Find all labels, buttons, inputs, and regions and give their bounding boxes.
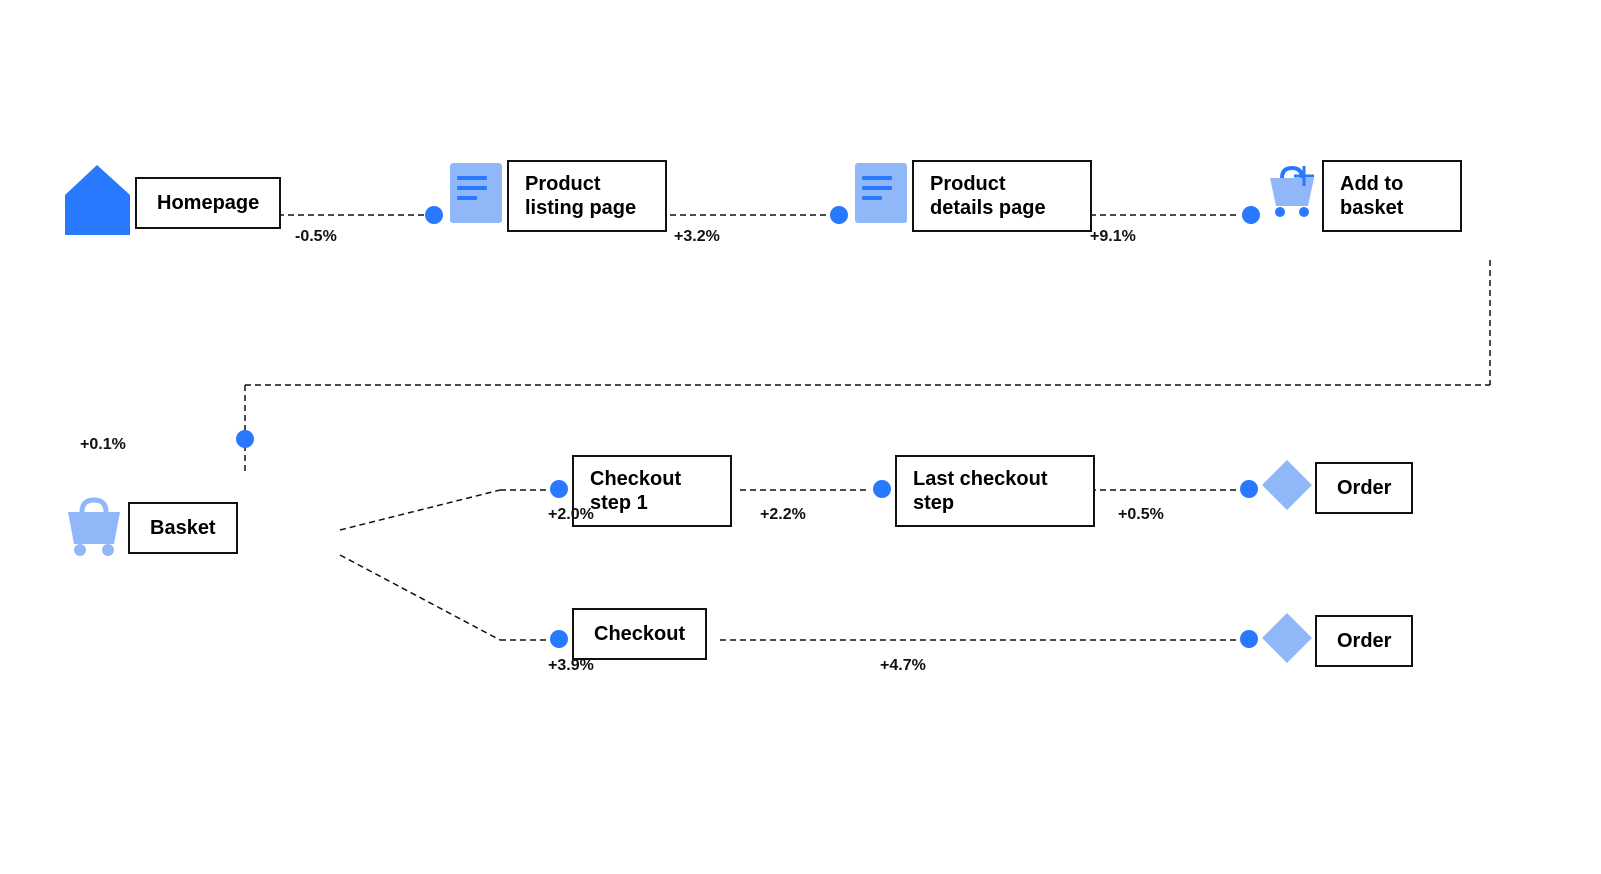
details-icon <box>850 158 912 233</box>
home-icon <box>60 160 135 245</box>
pct-details-basket: +9.1% <box>1090 228 1136 246</box>
pct-checkout1-last: +2.2% <box>760 506 806 524</box>
checkout-node: Checkout <box>572 608 707 660</box>
add-to-basket-label: Add to basket <box>1322 160 1462 232</box>
product-listing-label: Product listing page <box>507 160 667 232</box>
homepage-label: Homepage <box>135 177 281 229</box>
dot-checkout-lower <box>550 630 568 648</box>
order2-node: Order <box>1260 608 1413 673</box>
order1-diamond-icon <box>1260 455 1315 520</box>
dot-details <box>830 206 848 224</box>
checkout-step1-label: Checkout step 1 <box>572 455 732 527</box>
last-checkout-label: Last checkout step <box>895 455 1095 527</box>
basket-icon <box>60 490 128 565</box>
pct-home-listing: -0.5% <box>295 228 337 246</box>
basket-node: Basket <box>60 490 238 565</box>
add-to-basket-node: Add to basket <box>1262 158 1462 233</box>
pct-last-order1: +0.5% <box>1118 506 1164 524</box>
pct-basket-checkout1: +2.0% <box>548 506 594 524</box>
order2-label: Order <box>1315 615 1413 667</box>
dot-order2 <box>1240 630 1258 648</box>
pct-basket-checkout: +3.9% <box>548 657 594 675</box>
diagram: Homepage -0.5% Product listing page +3.2… <box>0 0 1601 874</box>
dot-vertical-left <box>236 430 254 448</box>
dot-checkout1 <box>550 480 568 498</box>
basket-label: Basket <box>128 502 238 554</box>
dot-listing <box>425 206 443 224</box>
dot-last-checkout <box>873 480 891 498</box>
listing-icon <box>445 158 507 233</box>
product-details-label: Product details page <box>912 160 1092 232</box>
product-details-node: Product details page <box>850 158 1092 233</box>
add-basket-icon <box>1262 158 1322 233</box>
dot-order1 <box>1240 480 1258 498</box>
order1-label: Order <box>1315 462 1413 514</box>
order2-diamond-icon <box>1260 608 1315 673</box>
checkout-step1-node: Checkout step 1 <box>572 455 732 527</box>
pct-listing-details: +3.2% <box>674 228 720 246</box>
pct-checkout-order2: +4.7% <box>880 657 926 675</box>
pct-add-to-basket-down: +0.1% <box>80 436 126 454</box>
product-listing-node: Product listing page <box>445 158 667 233</box>
order1-node: Order <box>1260 455 1413 520</box>
last-checkout-node: Last checkout step <box>895 455 1095 527</box>
homepage-node: Homepage <box>60 160 281 245</box>
checkout-label: Checkout <box>572 608 707 660</box>
dot-add-basket <box>1242 206 1260 224</box>
